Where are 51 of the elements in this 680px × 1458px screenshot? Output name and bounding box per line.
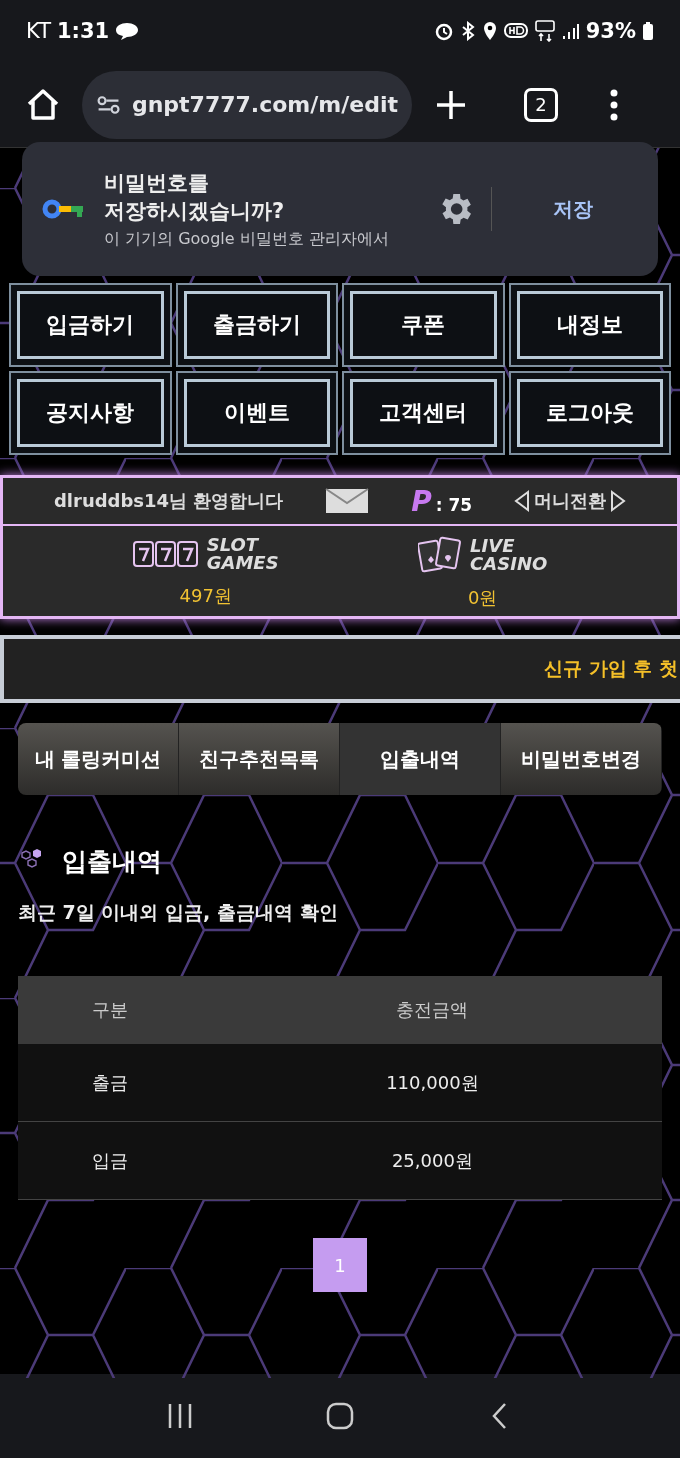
menu-button[interactable]: 고객센터 xyxy=(342,371,505,455)
menu-icon[interactable] xyxy=(608,87,620,122)
carrier-name: KT xyxy=(26,19,51,43)
envelope-icon[interactable] xyxy=(325,488,370,514)
column-header: 구분 xyxy=(18,976,203,1044)
game-category-label: SLOT GAMES xyxy=(206,536,279,572)
home-button-icon[interactable] xyxy=(325,1401,355,1431)
slot-reels-icon xyxy=(132,540,199,568)
address-bar[interactable]: gnpt7777.com/m/edit xyxy=(82,70,412,139)
section-description: 최근 7일 이내외 입금, 출금내역 확인 xyxy=(18,900,339,925)
chat-bubble-icon xyxy=(115,21,140,41)
game-category-label: LIVE CASINO xyxy=(470,537,548,573)
points-label: P xyxy=(411,484,432,518)
tab[interactable]: 내 롤링커미션 xyxy=(18,723,179,795)
prompt-title: 비밀번호를 저장하시겠습니까? xyxy=(104,169,286,225)
column-header: 충전금액 xyxy=(202,976,662,1044)
balance-amount: 497원 xyxy=(179,584,232,608)
prompt-subtitle: 이 기기의 Google 비밀번호 관리자에서 xyxy=(104,228,390,250)
table-cell: 110,000원 xyxy=(202,1044,662,1122)
right-triangle-icon[interactable] xyxy=(610,490,626,512)
left-triangle-icon[interactable] xyxy=(514,490,530,512)
menu-button[interactable]: 공지사항 xyxy=(9,371,172,455)
menu-button[interactable]: 로그아웃 xyxy=(508,371,671,455)
tab-count-button[interactable]: 2 xyxy=(524,87,558,122)
points-value: : 75 xyxy=(435,494,473,515)
section-title: 입출내역 xyxy=(62,846,162,878)
table-cell: 입금 xyxy=(18,1121,203,1200)
tab[interactable]: 입출내역 xyxy=(340,723,501,795)
alarm-icon xyxy=(433,21,454,41)
menu-button[interactable]: 입금하기 xyxy=(9,283,172,367)
welcome-text: dlruddbs14님 환영합니다 xyxy=(53,489,284,513)
save-button[interactable]: 저장 xyxy=(508,194,638,224)
network-5g-icon xyxy=(533,20,556,42)
menu-button[interactable]: 내정보 xyxy=(508,283,671,367)
battery-percent: 93% xyxy=(585,19,636,43)
balance-amount: 0원 xyxy=(467,586,498,610)
clock: 1:31 xyxy=(56,19,110,43)
table-cell: 25,000원 xyxy=(202,1121,662,1200)
tab[interactable]: 비밀번호변경 xyxy=(501,723,662,795)
menu-button[interactable]: 쿠폰 xyxy=(342,283,505,367)
menu-button[interactable]: 이벤트 xyxy=(175,371,338,455)
hd-voice-icon xyxy=(503,21,528,41)
battery-icon xyxy=(642,21,654,41)
notice-text: 신규 가입 후 첫 xyxy=(544,656,679,681)
location-icon xyxy=(481,21,498,41)
playing-cards-icon xyxy=(418,536,463,574)
tab[interactable]: 친구추천목록 xyxy=(179,723,340,795)
signal-icon xyxy=(561,21,580,41)
table-cell: 출금 xyxy=(18,1044,203,1122)
menu-button[interactable]: 출금하기 xyxy=(175,283,338,367)
money-exchange-button[interactable]: 머니전환 xyxy=(514,489,626,513)
